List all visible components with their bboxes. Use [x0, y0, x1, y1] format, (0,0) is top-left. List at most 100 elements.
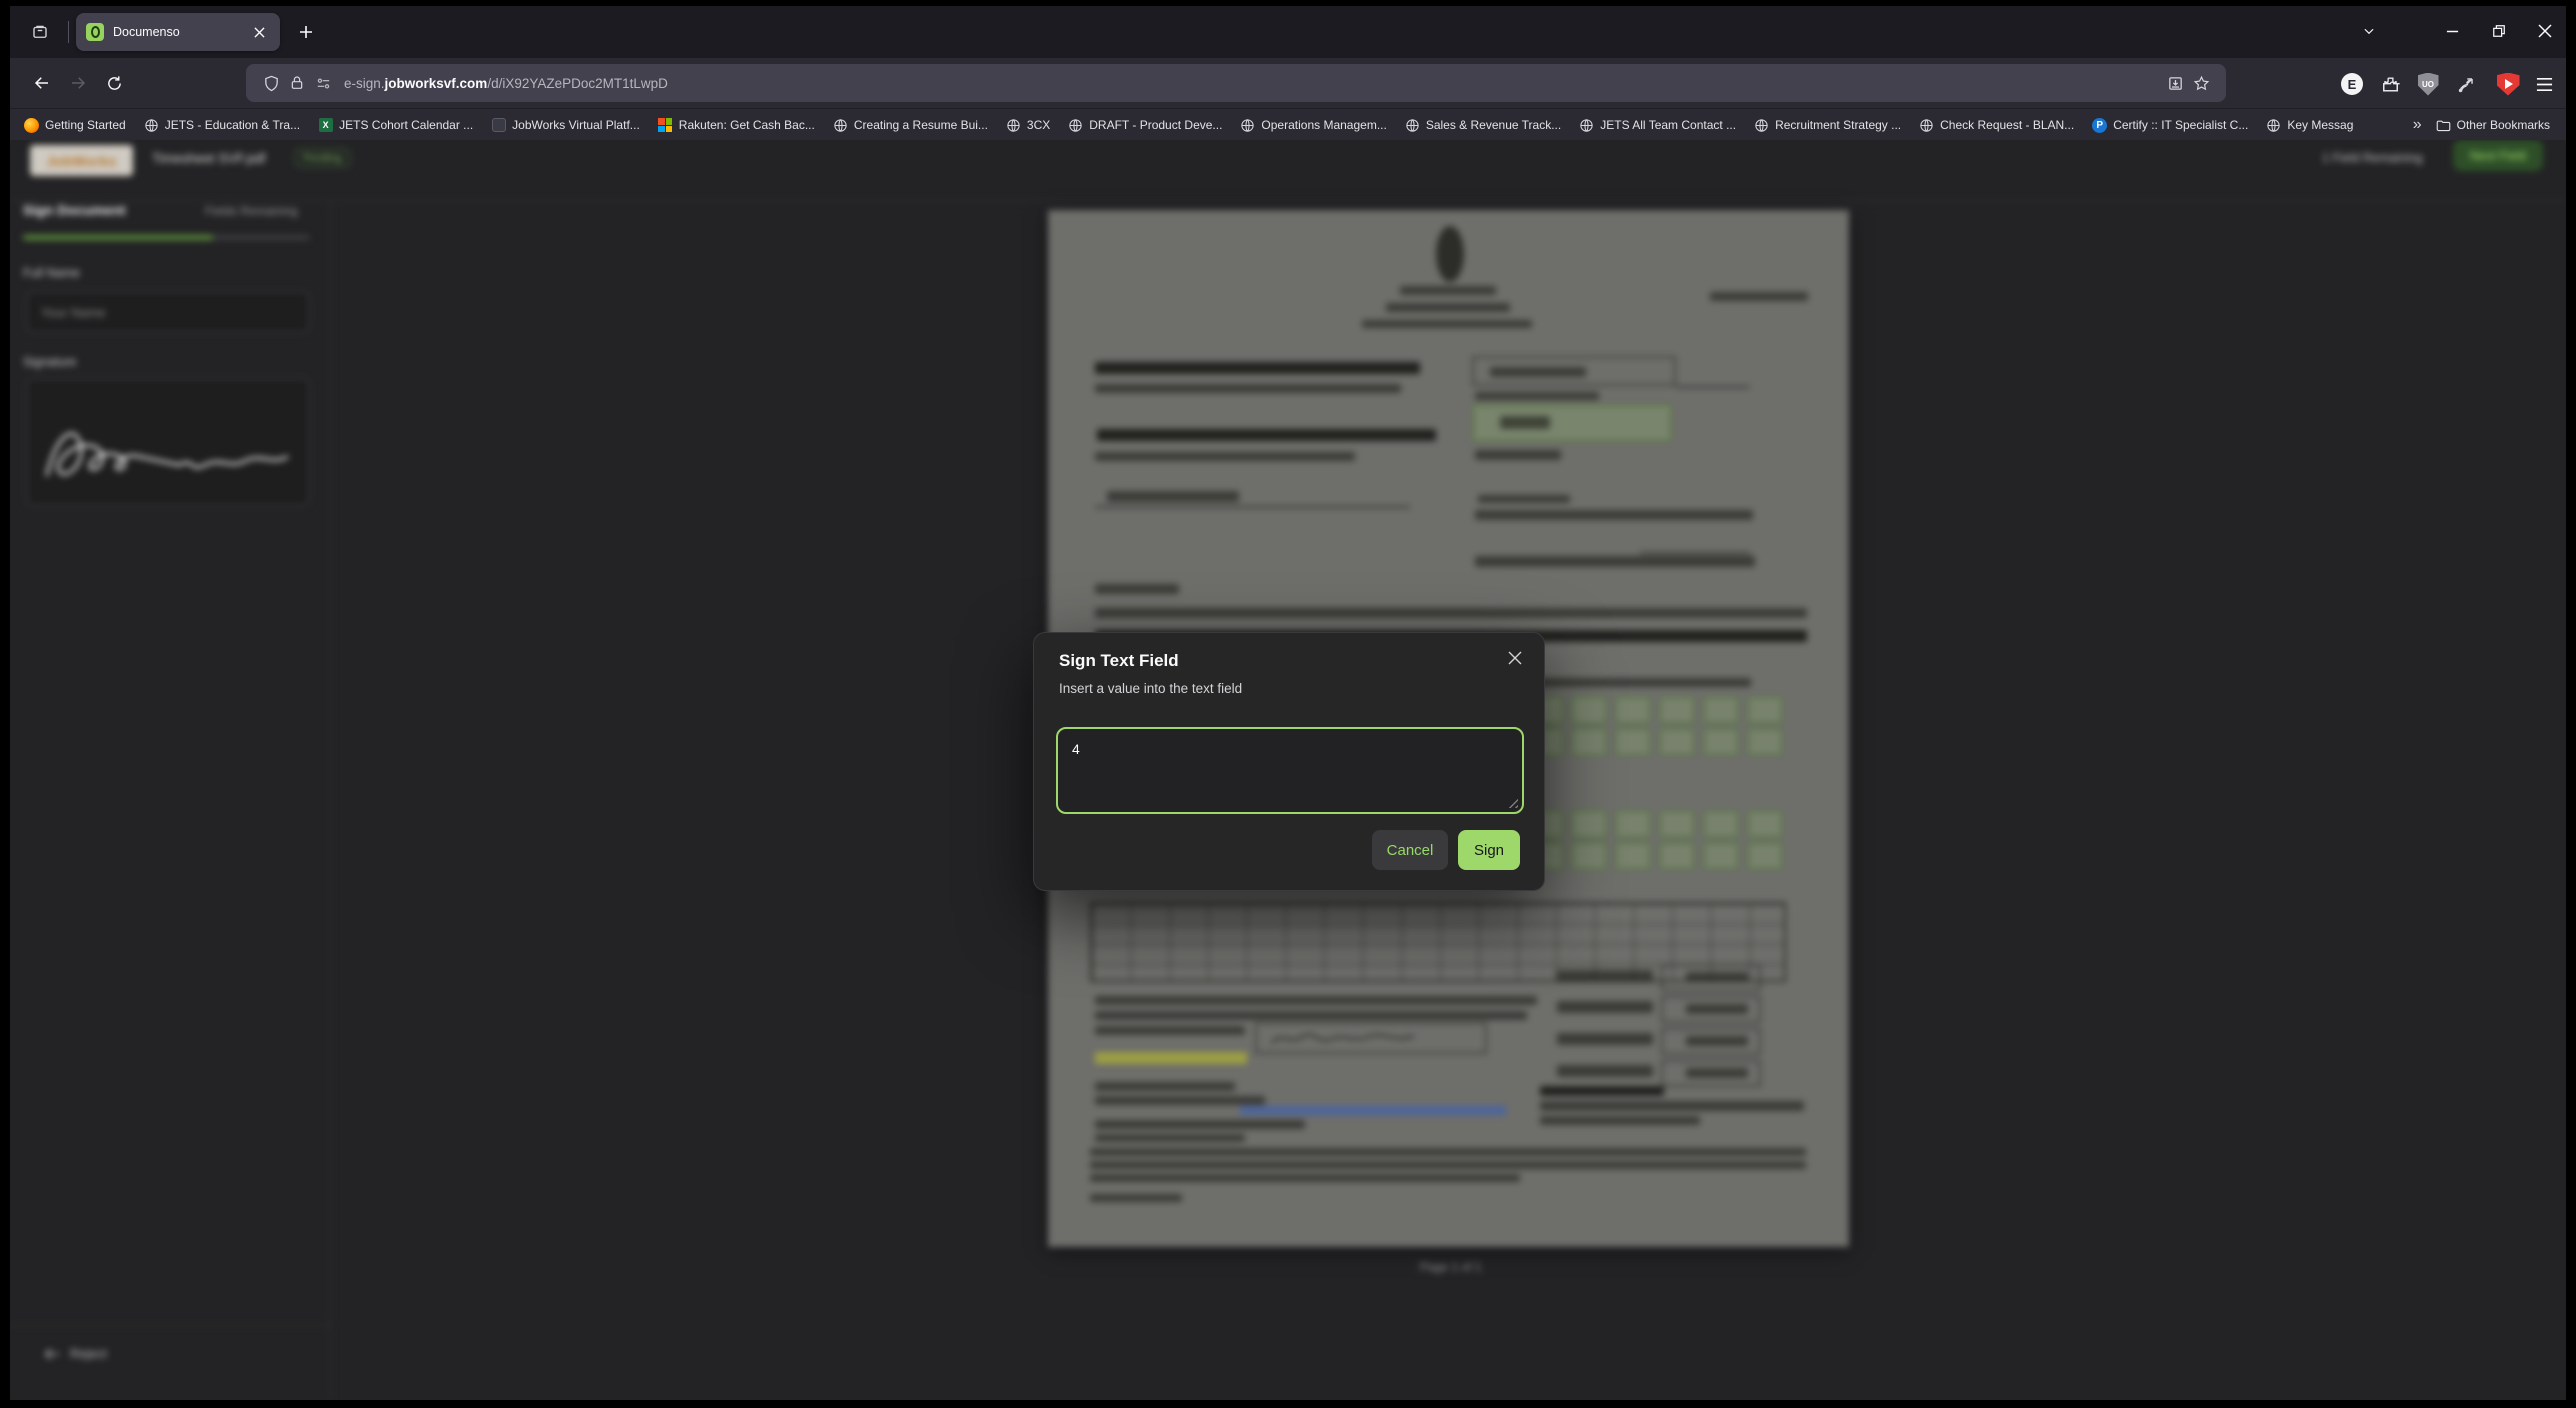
close-window-button[interactable]: [2528, 16, 2562, 46]
doc-blurred-content: [1686, 1004, 1748, 1014]
network-forward-icon[interactable]: [2450, 68, 2482, 100]
globe-icon: [1405, 118, 1420, 133]
bookmark-item[interactable]: X JETS Cohort Calendar ...: [318, 118, 473, 133]
bookmark-item[interactable]: Recruitment Strategy ...: [1754, 118, 1901, 133]
tab-title: Documenso: [113, 25, 180, 39]
dialog-close-icon[interactable]: [1502, 645, 1528, 671]
doc-blurred-content: [1659, 696, 1695, 724]
doc-blurred-content: [1095, 584, 1179, 594]
doc-blurred-content: [1703, 842, 1739, 870]
bookmark-item[interactable]: Creating a Resume Bui...: [833, 118, 988, 133]
doc-blurred-content: [1747, 728, 1783, 756]
fields-remaining-subheading: Fields Remaining: [205, 204, 298, 218]
doc-blurred-content: [1475, 556, 1755, 567]
bookmark-item[interactable]: P Certify :: IT Specialist C...: [2092, 117, 2249, 133]
bookmark-item[interactable]: JobWorks Virtual Platf...: [491, 118, 640, 133]
globe-icon: [1240, 118, 1255, 133]
tab-documenso[interactable]: Documenso: [76, 13, 280, 51]
extensions-puzzle-icon[interactable]: [2374, 68, 2406, 100]
bookmark-label: Certify :: IT Specialist C...: [2113, 118, 2249, 132]
sign-button[interactable]: Sign: [1458, 830, 1520, 870]
adblock-youtube-icon[interactable]: [2492, 68, 2524, 100]
doc-blurred-content: [1095, 1134, 1245, 1142]
doc-blurred-content: [1615, 810, 1651, 838]
folder-icon: [2436, 118, 2451, 133]
bookmark-label: Check Request - BLAN...: [1940, 118, 2075, 132]
bookmark-item[interactable]: JETS All Team Contact ...: [1579, 118, 1736, 133]
back-button[interactable]: [26, 67, 58, 99]
globe-icon: [1754, 118, 1769, 133]
dialog-title: Sign Text Field: [1059, 651, 1179, 670]
site-icon: [491, 118, 506, 133]
permissions-icon[interactable]: [310, 71, 336, 95]
jobworks-logo: JobWorks: [30, 145, 133, 176]
bookmark-item[interactable]: Operations Managem...: [1240, 118, 1387, 133]
bookmark-label: 3CX: [1026, 118, 1051, 132]
tab-close-icon[interactable]: [248, 21, 270, 43]
bookmark-item[interactable]: DRAFT - Product Deve...: [1068, 118, 1222, 133]
bookmark-item[interactable]: 3CX: [1006, 118, 1050, 133]
doc-blurred-content: [1615, 696, 1651, 724]
bookmarks-list: Getting Started JETS - Education & Tra...…: [24, 109, 2354, 141]
bookmark-item[interactable]: JETS - Education & Tra...: [144, 118, 300, 133]
bookmark-item[interactable]: Key Messages & Talki...: [2266, 118, 2354, 133]
cancel-button[interactable]: Cancel: [1372, 830, 1448, 870]
bookmark-item[interactable]: Check Request - BLAN...: [1919, 118, 2074, 133]
bookmark-label: DRAFT - Product Deve...: [1089, 118, 1223, 132]
doc-blurred-content: [1475, 450, 1561, 460]
tracking-shield-icon[interactable]: [258, 71, 284, 95]
signature-pad[interactable]: [26, 378, 310, 506]
forward-button[interactable]: [62, 67, 94, 99]
next-field-button[interactable]: Next Field: [2453, 140, 2543, 171]
tab-bar: Documenso: [10, 6, 2566, 58]
doc-blurred-content: [1095, 996, 1537, 1005]
bookmarks-toolbar: Getting Started JETS - Education & Tra...…: [10, 108, 2566, 140]
doc-blurred-content: [1475, 392, 1599, 400]
minimize-button[interactable]: [2435, 16, 2469, 46]
bookmark-item[interactable]: Sales & Revenue Track...: [1405, 118, 1561, 133]
bookmark-label: Sales & Revenue Track...: [1425, 118, 1562, 132]
reject-button[interactable]: Reject: [45, 1346, 107, 1361]
doc-blurred-content: [1090, 1194, 1182, 1202]
firefox-view-icon[interactable]: [26, 18, 54, 46]
doc-blurred-content: [1095, 506, 1410, 508]
doc-blurred-content: [1686, 1068, 1748, 1078]
bookmark-label: JETS - Education & Tra...: [164, 118, 301, 132]
new-tab-button[interactable]: [292, 18, 320, 46]
doc-blurred-content: [1615, 728, 1651, 756]
doc-blurred-content: [1268, 1027, 1418, 1049]
tab-separator: [68, 21, 69, 43]
save-page-icon[interactable]: [2162, 71, 2188, 95]
text-field-value-input[interactable]: 4: [1056, 727, 1524, 814]
doc-blurred-content: [1490, 367, 1586, 377]
menu-hamburger-icon[interactable]: [2528, 68, 2560, 100]
full-name-placeholder: Your Name: [41, 304, 106, 320]
bookmark-item[interactable]: Rakuten: Get Cash Bac...: [658, 118, 815, 133]
lock-icon[interactable]: [284, 71, 310, 95]
doc-blurred-content: [1107, 491, 1239, 502]
left-arrow-icon: [45, 1347, 60, 1360]
bookmarks-overflow-chevron[interactable]: »: [2413, 116, 2422, 134]
doc-blurred-content: [1090, 1174, 1520, 1182]
globe-icon: [2266, 118, 2281, 133]
bookmark-item[interactable]: Getting Started: [24, 117, 126, 133]
bookmark-label: Rakuten: Get Cash Bac...: [678, 118, 815, 132]
reload-button[interactable]: [98, 67, 130, 99]
doc-blurred-content: [1362, 320, 1532, 328]
bookmark-star-icon[interactable]: [2188, 71, 2214, 95]
doc-blurred-content: [1540, 1101, 1804, 1111]
other-bookmarks-button[interactable]: Other Bookmarks: [2436, 118, 2550, 133]
doc-blurred-content: [1557, 1033, 1653, 1045]
restore-button[interactable]: [2482, 16, 2516, 46]
doc-blurred-content: [1571, 842, 1607, 870]
tab-list-chevron-icon[interactable]: [2352, 16, 2386, 46]
url-bar[interactable]: e-sign.jobworksvf.com/d/iX92YAZePDoc2MT1…: [246, 64, 2226, 102]
full-name-input[interactable]: Your Name: [26, 291, 310, 333]
doc-blurred-content: [1557, 970, 1653, 982]
extension-e-icon[interactable]: E: [2336, 68, 2368, 100]
doc-blurred-content: [1478, 495, 1570, 503]
ublock-origin-icon[interactable]: UO: [2412, 68, 2444, 100]
windows-icon: [658, 118, 673, 133]
excel-icon: X: [318, 118, 333, 133]
firefox-icon: [24, 117, 39, 133]
